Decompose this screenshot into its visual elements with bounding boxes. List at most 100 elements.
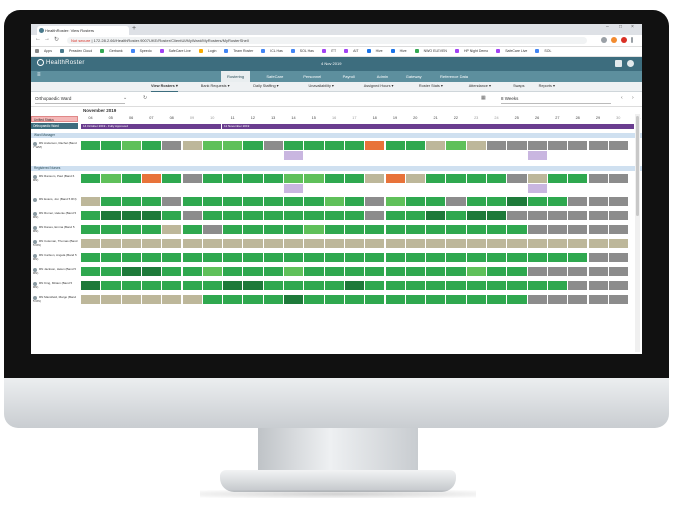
shift-cell[interactable] [162, 281, 183, 290]
shift-cell[interactable] [263, 295, 284, 304]
shift-cell[interactable] [466, 225, 487, 234]
staff-name[interactable]: RN Ransom, Paul (Band 6 RN) [33, 174, 78, 183]
shift-cell[interactable] [608, 281, 630, 290]
shift-cell[interactable] [466, 141, 487, 150]
shift-cell[interactable] [385, 253, 406, 262]
shift-cell[interactable] [405, 253, 427, 262]
shift-cell[interactable] [202, 211, 224, 220]
shift-cell[interactable] [466, 295, 487, 304]
shift-cell[interactable] [527, 281, 548, 290]
shift-cell[interactable] [385, 197, 406, 206]
shift-cell[interactable] [304, 211, 325, 220]
shift-cell[interactable] [263, 174, 284, 183]
shift-cell[interactable] [121, 211, 142, 220]
shift-cell[interactable] [223, 211, 244, 220]
shift-cell[interactable] [284, 141, 305, 150]
scrollbar-thumb[interactable] [636, 116, 639, 216]
shift-cell[interactable] [223, 253, 244, 262]
bookmark-item[interactable]: ITT [321, 49, 338, 54]
shift-cell[interactable] [81, 197, 102, 206]
shift-cell[interactable] [568, 267, 589, 276]
shift-cell[interactable] [588, 295, 609, 304]
shift-cell[interactable] [568, 197, 589, 206]
shift-cell[interactable] [405, 267, 427, 276]
shift-cell[interactable] [202, 295, 224, 304]
shift-cell[interactable] [385, 225, 406, 234]
shift-cell[interactable] [141, 281, 163, 290]
shift-cell[interactable] [81, 211, 102, 220]
shift-cell[interactable] [426, 197, 447, 206]
new-tab-button[interactable]: + [132, 25, 136, 32]
shift-cell[interactable] [588, 225, 609, 234]
shift-cell[interactable] [284, 225, 305, 234]
staff-name[interactable]: RN King, Miriam (Band 5 RN) [33, 281, 78, 290]
shift-cell[interactable] [243, 225, 264, 234]
shift-cell[interactable] [162, 174, 183, 183]
bookmark-item[interactable]: SOL [535, 49, 553, 54]
shift-cell[interactable] [284, 197, 305, 206]
module-tab[interactable]: Rostering [221, 71, 251, 82]
shift-cell[interactable] [284, 211, 305, 220]
shift-cell[interactable] [568, 239, 589, 248]
bookmark-item[interactable]: Hive [366, 49, 385, 54]
shift-cell[interactable] [588, 141, 609, 150]
shift-cell[interactable] [365, 253, 386, 262]
shift-cell[interactable] [304, 267, 325, 276]
shift-cell[interactable] [162, 295, 183, 304]
shift-cell[interactable] [466, 239, 487, 248]
bookmark-item[interactable]: ICL Has [261, 49, 285, 54]
shift-cell[interactable] [182, 239, 203, 248]
shift-cell[interactable] [385, 174, 406, 183]
module-tab[interactable]: Admin [371, 71, 394, 82]
staff-name[interactable]: RN Rumer, Helenie (Band 5 RN) [33, 211, 78, 220]
next-period-icon[interactable]: › [632, 95, 634, 101]
shift-cell[interactable] [202, 174, 224, 183]
shift-cell[interactable] [365, 211, 386, 220]
shift-cell[interactable] [385, 239, 406, 248]
shift-cell[interactable] [385, 295, 406, 304]
subnav-item[interactable]: Swaps [513, 82, 524, 91]
shift-cell[interactable] [344, 281, 366, 290]
shift-cell[interactable] [304, 281, 325, 290]
shift-cell[interactable] [466, 211, 487, 220]
shift-cell[interactable] [304, 197, 325, 206]
shift-cell[interactable] [466, 281, 487, 290]
shift-cell[interactable] [487, 267, 508, 276]
menu-kebab-icon[interactable] [631, 37, 633, 43]
shift-cell[interactable] [487, 141, 508, 150]
shift-cell[interactable] [243, 211, 264, 220]
shift-cell[interactable] [121, 295, 142, 304]
shift-cell[interactable] [426, 281, 447, 290]
shift-cell[interactable] [344, 141, 366, 150]
bookmark-item[interactable]: HP Night Demo [454, 49, 490, 54]
shift-cell[interactable] [243, 197, 264, 206]
shift-cell[interactable] [344, 174, 366, 183]
shift-cell[interactable] [182, 197, 203, 206]
shift-cell[interactable] [324, 239, 345, 248]
hamburger-icon[interactable]: ≡ [37, 72, 41, 78]
bookmark-item[interactable]: SOL Has [290, 49, 316, 54]
shift-cell[interactable] [426, 253, 447, 262]
subnav-item[interactable]: Attendance ▾ [469, 82, 491, 91]
shift-cell[interactable] [141, 211, 163, 220]
shift-cell[interactable] [568, 141, 589, 150]
shift-cell[interactable] [81, 239, 102, 248]
shift-cell[interactable] [284, 174, 305, 183]
shift-cell[interactable] [527, 197, 548, 206]
shift-cell[interactable] [405, 239, 427, 248]
shift-cell[interactable] [466, 197, 487, 206]
shift-cell[interactable] [568, 253, 589, 262]
shift-cell[interactable] [405, 225, 427, 234]
shift-cell[interactable] [182, 141, 203, 150]
shift-cell[interactable] [588, 281, 609, 290]
shift-cell[interactable] [81, 141, 102, 150]
shift-cell[interactable] [466, 253, 487, 262]
shift-cell[interactable] [243, 295, 264, 304]
shift-cell[interactable] [344, 197, 366, 206]
shift-cell[interactable] [121, 281, 142, 290]
subnav-item[interactable]: Reports ▾ [539, 82, 555, 91]
shift-cell[interactable] [304, 141, 325, 150]
shift-cell[interactable] [263, 239, 284, 248]
shift-cell[interactable] [202, 225, 224, 234]
shift-cell[interactable] [202, 197, 224, 206]
